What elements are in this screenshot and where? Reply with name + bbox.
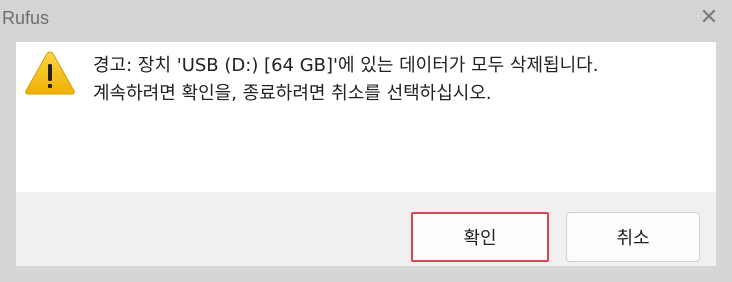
message-line-2: 계속하려면 확인을, 종료하려면 취소를 선택하십시오.: [93, 83, 492, 104]
window-title: Rufus: [2, 8, 50, 28]
close-button[interactable]: ✕: [694, 2, 724, 32]
message-dialog: Rufus ✕ 경고: 장치 'USB (D:) [64 GB]'에 있는 데이…: [0, 0, 732, 282]
warning-triangle-icon: [25, 51, 75, 95]
close-icon: ✕: [699, 4, 719, 30]
ok-button[interactable]: 확인: [411, 212, 549, 262]
cancel-button[interactable]: 취소: [566, 212, 700, 262]
title-bar: Rufus ✕: [0, 0, 732, 42]
warning-message: 경고: 장치 'USB (D:) [64 GB]'에 있는 데이터가 모두 삭제…: [93, 52, 693, 108]
message-line-1: 경고: 장치 'USB (D:) [64 GB]'에 있는 데이터가 모두 삭제…: [93, 55, 599, 76]
